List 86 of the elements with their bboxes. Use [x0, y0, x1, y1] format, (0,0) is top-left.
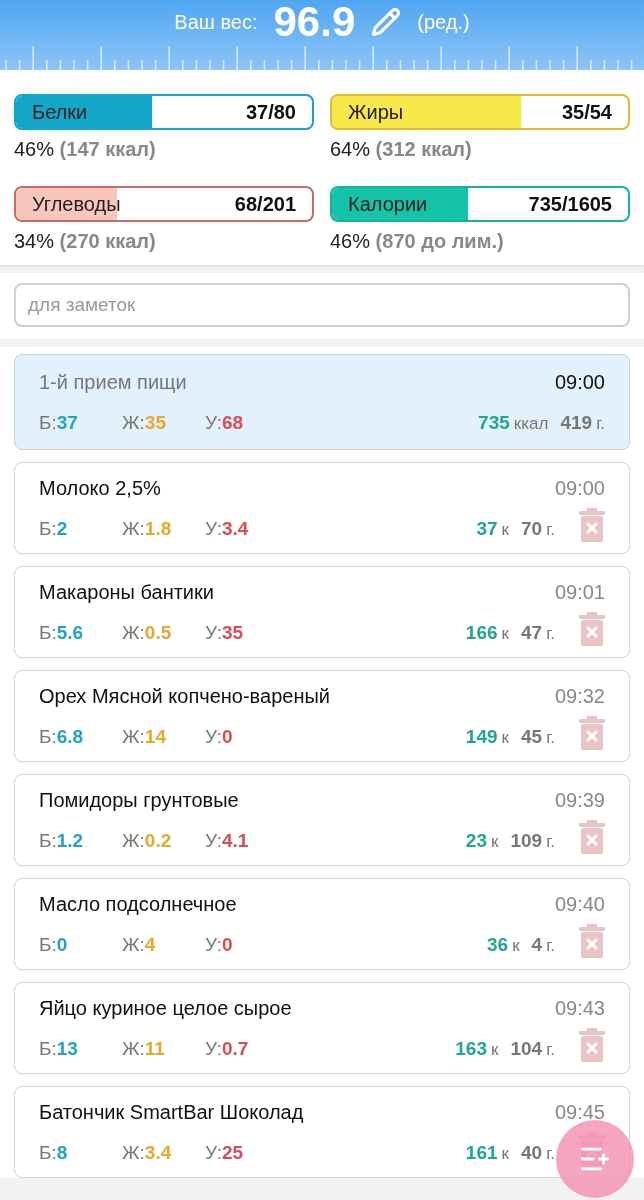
nutrient-value: Ж:0.2: [122, 828, 173, 853]
food-card[interactable]: Батончик SmartBar Шоколад 09:45 Б:8 Ж:3.4 У:25 161 к 40 г.: [14, 1086, 630, 1178]
macro-caption: 64% (312 ккал): [330, 137, 473, 162]
calories-value: 37 к: [476, 516, 509, 541]
nutrient-value: Ж:3.4: [122, 1140, 173, 1165]
nutrient-value: Б:5.6: [39, 620, 85, 645]
calories-value: 166 к: [465, 620, 509, 645]
trash-icon[interactable]: [579, 820, 605, 854]
entry-time: 09:40: [554, 891, 605, 917]
entry-title: Орех Мясной копчено-вареный: [39, 683, 330, 709]
food-card[interactable]: Масло подсолнечное 09:40 Б:0 Ж:4 У:0 36 к 4 г.: [14, 878, 630, 970]
nutrient-value: Б:1.2: [39, 828, 85, 853]
entry-title: Молоко 2,5%: [39, 475, 161, 501]
macro-name: Белки: [32, 100, 88, 125]
macro-name: Калории: [348, 191, 428, 217]
entry-time: 09:01: [554, 579, 605, 605]
macro-name: Жиры: [348, 100, 404, 125]
entry-time: 09:00: [554, 369, 605, 395]
entry-time: 09:39: [554, 787, 605, 813]
weight-value: 419 г.: [560, 410, 605, 435]
entry-title: Макароны бантики: [39, 579, 214, 605]
nutrient-value: Б:6.8: [39, 724, 85, 749]
food-card[interactable]: Молоко 2,5% 09:00 Б:2 Ж:1.8 У:3.4 37 к 70 г.: [14, 462, 630, 554]
calories-value: 735 ккал: [478, 410, 549, 435]
weight-value: 70 г.: [521, 516, 555, 541]
weight-label: Ваш вес:: [174, 10, 258, 35]
trash-icon[interactable]: [579, 508, 605, 542]
nutrient-value: Ж:4: [122, 932, 157, 957]
calories-value: 163 к: [455, 1036, 499, 1061]
calories-value: 36 к: [487, 932, 520, 957]
nutrient-value: У:4.1: [205, 828, 250, 853]
nutrient-value: Б:2: [39, 516, 69, 541]
food-card[interactable]: Орех Мясной копчено-вареный 09:32 Б:6.8 Ж:14 У:0 149 к 45 г.: [14, 670, 630, 762]
weight-value: 96.9: [273, 1, 356, 43]
macro-value: 37/80: [245, 100, 296, 125]
food-card[interactable]: Яйцо куриное целое сырое 09:43 Б:13 Ж:11 У:0.7 163 к 104 г.: [14, 982, 630, 1074]
trash-icon[interactable]: [579, 612, 605, 646]
weight-value: 109 г.: [510, 828, 555, 853]
nutrient-value: Б:8: [39, 1140, 69, 1165]
entry-title: Яйцо куриное целое сырое: [39, 995, 292, 1021]
macro-value: 35/54: [561, 100, 612, 125]
entry-title: 1-й прием пищи: [39, 369, 187, 395]
entry-time: 09:32: [554, 683, 605, 709]
entry-time: 09:45: [554, 1099, 605, 1125]
macro-value: 735/1605: [528, 191, 612, 217]
nutrient-value: Ж:35: [122, 410, 167, 435]
calories-value: 161 к: [465, 1140, 509, 1165]
nutrient-value: Б:0: [39, 932, 69, 957]
weight-value: 45 г.: [521, 724, 555, 749]
meal-summary-card[interactable]: 1-й прием пищи 09:00 Б:37 Ж:35 У:68 735 ккал 419 г.: [14, 354, 630, 450]
nutrient-value: У:0: [205, 724, 234, 749]
weight-value: 47 г.: [521, 620, 555, 645]
weight-value: 40 г.: [521, 1140, 555, 1165]
trash-icon[interactable]: [579, 716, 605, 750]
calories-value: 149 к: [465, 724, 509, 749]
nutrient-value: У:0.7: [205, 1036, 250, 1061]
nutrient-value: У:35: [205, 620, 245, 645]
weight-value: 4 г.: [531, 932, 555, 957]
food-card[interactable]: Помидоры грунтовые 09:39 Б:1.2 Ж:0.2 У:4.1 23 к 109 г.: [14, 774, 630, 866]
notes-field[interactable]: для заметок: [14, 283, 630, 327]
nutrient-value: Б:13: [39, 1036, 79, 1061]
nutrient-value: У:25: [205, 1140, 245, 1165]
pencil-icon[interactable]: [371, 7, 402, 37]
weight-value: 104 г.: [510, 1036, 555, 1061]
nutrient-value: Б:37: [39, 410, 79, 435]
macro-caption: 34% (270 ккал): [14, 228, 157, 254]
nutrient-value: У:3.4: [205, 516, 250, 541]
nutrient-value: Ж:14: [122, 724, 167, 749]
entry-title: Масло подсолнечное: [39, 891, 237, 917]
entry-title: Помидоры грунтовые: [39, 787, 239, 813]
calories-value: 23 к: [465, 828, 499, 853]
nutrient-value: Ж:1.8: [122, 516, 173, 541]
nutrient-value: Ж:11: [122, 1036, 166, 1061]
trash-icon[interactable]: [579, 924, 605, 958]
food-card[interactable]: Макароны бантики 09:01 Б:5.6 Ж:0.5 У:35 166 к 47 г.: [14, 566, 630, 658]
entry-time: 09:00: [554, 475, 605, 501]
entry-time: 09:43: [554, 995, 605, 1021]
macro-name: Углеводы: [32, 191, 121, 217]
macro-caption: 46% (147 ккал): [14, 137, 157, 162]
nutrient-value: У:0: [205, 932, 234, 957]
macro-value: 68/201: [234, 191, 296, 217]
trash-icon[interactable]: [579, 1028, 605, 1062]
macro-caption: 46% (870 до лим.): [330, 228, 505, 254]
nutrient-value: У:68: [205, 410, 245, 435]
nutrient-value: Ж:0.5: [122, 620, 173, 645]
entry-title: Батончик SmartBar Шоколад: [39, 1099, 304, 1125]
